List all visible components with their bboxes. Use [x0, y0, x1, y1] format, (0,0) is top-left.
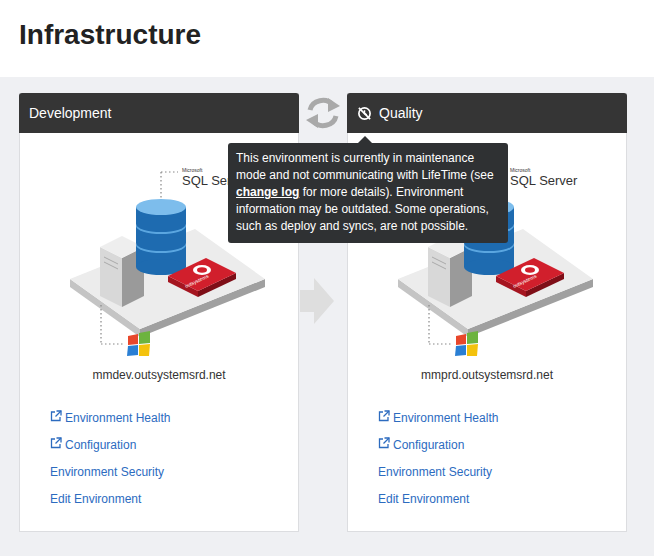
database-icon	[136, 199, 186, 275]
link-label[interactable]: Configuration	[393, 438, 464, 452]
link-label[interactable]: Environment Health	[65, 411, 170, 425]
link-label[interactable]: Edit Environment	[50, 492, 141, 506]
link-label[interactable]: Environment Security	[378, 465, 492, 479]
db-label: MicrosoftSQL Server	[489, 167, 578, 205]
link-label[interactable]: Environment Security	[50, 465, 164, 479]
maintenance-icon[interactable]	[357, 106, 372, 121]
page-title: Infrastructure	[19, 16, 654, 54]
external-link-icon	[50, 410, 62, 422]
environment-hostname: mmdev.outsystemsrd.net	[20, 367, 298, 383]
windows-icon	[101, 305, 150, 356]
environment-links: Environment Health Configuration Environme…	[20, 404, 298, 512]
environment-link[interactable]: Configuration	[378, 431, 626, 458]
platform-module: outsystems	[496, 258, 564, 297]
tooltip-text: This environment is currently in mainten…	[236, 151, 494, 233]
environment-links: Environment Health Configuration Environme…	[348, 404, 626, 512]
promote-arrow-icon	[300, 278, 334, 324]
change-log-link[interactable]: change log	[236, 185, 299, 199]
environment-list: Development MicrosoftSQL Server outsystems…	[0, 77, 654, 532]
environment-link[interactable]: Configuration	[50, 431, 298, 458]
page-header: Infrastructure	[0, 0, 654, 77]
environment-link[interactable]: Environment Health	[378, 404, 626, 431]
database-icon	[464, 199, 514, 275]
svg-text:outsystems: outsystems	[184, 273, 210, 289]
maintenance-tooltip: This environment is currently in mainten…	[228, 143, 508, 243]
svg-text:SQL Server: SQL Server	[510, 173, 578, 188]
external-link-icon	[50, 437, 62, 449]
infrastructure-page: Infrastructure Development MicrosoftSQL Se…	[0, 0, 654, 556]
link-label[interactable]: Environment Health	[393, 411, 498, 425]
environment-name: Development	[29, 105, 112, 121]
svg-text:outsystems: outsystems	[512, 273, 538, 289]
platform-slab	[70, 229, 265, 337]
platform-module: outsystems	[168, 258, 236, 297]
environment-header: QualityThis environment is currently in …	[347, 93, 627, 133]
environment-hostname: mmprd.outsystemsrd.net	[348, 367, 626, 383]
external-link-icon	[378, 437, 390, 449]
link-label[interactable]: Configuration	[65, 438, 136, 452]
environment-link[interactable]: Edit Environment	[378, 485, 626, 512]
windows-icon	[429, 305, 478, 356]
platform-slab	[398, 229, 593, 337]
environment-name: Quality	[379, 105, 423, 121]
external-link-icon	[378, 410, 390, 422]
environment-link[interactable]: Environment Security	[378, 458, 626, 485]
environment-link[interactable]: Environment Health	[50, 404, 298, 431]
environment-card: QualityThis environment is currently in …	[347, 93, 627, 532]
environment-link[interactable]: Edit Environment	[50, 485, 298, 512]
tooltip-arrow	[358, 136, 372, 143]
environment-link[interactable]: Environment Security	[50, 458, 298, 485]
link-label[interactable]: Edit Environment	[378, 492, 469, 506]
swap-icon[interactable]	[304, 95, 342, 131]
environment-header: Development	[19, 93, 299, 133]
